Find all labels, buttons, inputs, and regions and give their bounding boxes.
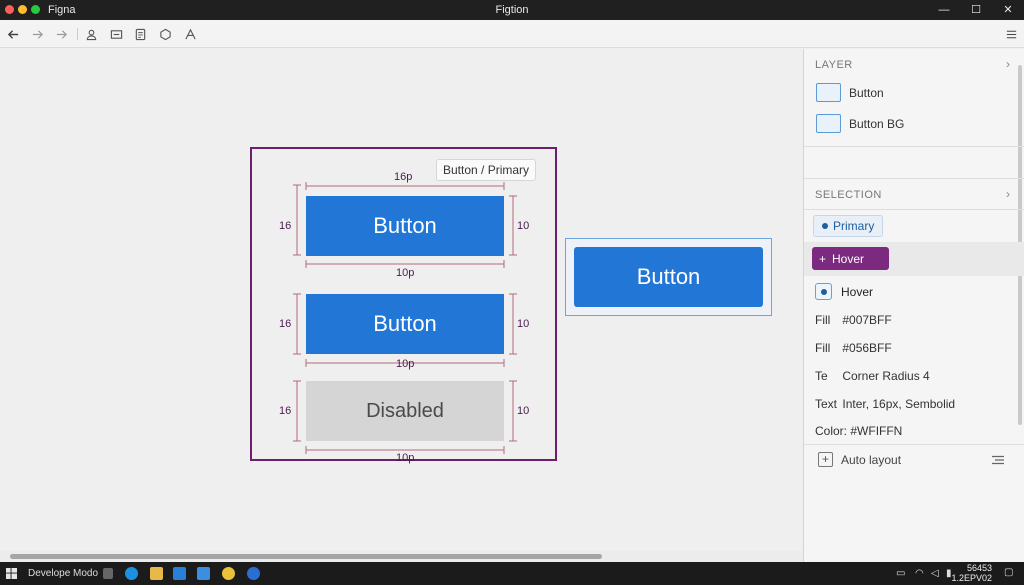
window-title: Figtion [495, 4, 529, 16]
user-icon[interactable] [83, 26, 99, 42]
button-primary-instance[interactable]: Button [306, 294, 504, 354]
clock-date: 1.2EPV02 [951, 573, 992, 583]
prop-value: Inter, 16px, Sembolid [842, 397, 956, 411]
app-icon[interactable] [173, 567, 186, 580]
taskbar-mode-label: Develope Modo [28, 568, 99, 579]
back-arrow-icon[interactable] [5, 26, 21, 42]
radio-selected-icon[interactable] [815, 283, 832, 300]
button-primary-instance[interactable]: Button [306, 196, 504, 256]
file-icon[interactable] [132, 26, 148, 42]
redo-arrow-icon[interactable] [53, 26, 69, 42]
store-icon[interactable] [197, 567, 210, 580]
measure-left-label: 16 [279, 405, 292, 417]
frame-swatch-icon [816, 83, 841, 102]
chrome-icon[interactable] [222, 567, 235, 580]
measure-bottom-label: 10p [396, 267, 415, 279]
system-clock[interactable]: 56453 1.2EPV02 [951, 563, 992, 583]
measure-top-label: 16p [394, 171, 413, 183]
text-style-icon[interactable] [182, 26, 198, 42]
layer-item-button[interactable]: Button [816, 83, 884, 102]
auto-layout-row[interactable]: + Auto layout [818, 452, 901, 467]
network-icon[interactable]: ▭ [896, 568, 905, 579]
folder-icon[interactable] [150, 567, 163, 580]
prop-corner-radius[interactable]: Te Corner Radius 4 [815, 369, 930, 383]
properties-panel: LAYER › Button Button BG SELECTION › Pri… [803, 49, 1024, 562]
measure-left-label: 16 [279, 318, 292, 330]
clock-time: 56453 [966, 563, 992, 573]
measure-left-label: 16 [279, 220, 292, 232]
title-bar: Figna Figtion — ☐ ✕ [0, 0, 1024, 20]
menu-icon[interactable] [1003, 26, 1019, 42]
button-hover-preview[interactable]: Button [574, 247, 763, 307]
auto-layout-label: Auto layout [841, 452, 902, 467]
prop-value: Corner Radius 4 [842, 369, 930, 383]
prop-key: Color: [815, 424, 848, 438]
prop-color[interactable]: Color: #WFIFFN [815, 424, 902, 438]
prop-text[interactable]: Text Inter, 16px, Sembolid [815, 397, 955, 411]
share-icon[interactable] [108, 26, 124, 42]
frame-label[interactable]: Button / Primary [436, 159, 537, 181]
layer-item-button-bg[interactable]: Button BG [816, 114, 904, 133]
volume-icon[interactable]: ◁ [931, 568, 939, 579]
measure-right-label: 10 [517, 405, 530, 417]
pen-icon[interactable] [103, 568, 113, 579]
hover-variant-button[interactable]: + Hover [812, 247, 889, 270]
panel-divider [804, 146, 1024, 147]
prop-key: Fill [815, 341, 831, 355]
component-icon[interactable] [157, 26, 173, 42]
toolbar-separator [77, 28, 78, 40]
auto-layout-settings-icon[interactable] [992, 455, 1004, 465]
button-disabled-instance[interactable]: Disabled [306, 381, 504, 441]
layer-chevron-icon[interactable]: › [1006, 57, 1010, 71]
toolbar [0, 20, 1024, 48]
panel-divider [804, 178, 1024, 179]
plus-icon: + [819, 251, 827, 266]
hover-option-label: Hover [841, 284, 874, 299]
horizontal-scrollbar[interactable] [0, 551, 803, 562]
layer-item-label: Button [849, 85, 884, 100]
layer-header: LAYER [815, 59, 853, 71]
taskbar: Develope Modo ▭ ◠ ◁ ▮ 56453 1.2EPV02 ▢ [0, 562, 1024, 585]
frame-swatch-icon [816, 114, 841, 133]
prop-key: Te [815, 369, 828, 383]
add-icon[interactable]: + [818, 452, 833, 467]
prop-value: #WFIFFN [850, 424, 903, 438]
scrollbar-thumb[interactable] [10, 554, 602, 559]
hover-variant-label: Hover [832, 251, 865, 266]
selection-header: SELECTION [815, 189, 882, 201]
measure-right-label: 10 [517, 220, 530, 232]
variant-chip-primary[interactable]: Primary [813, 215, 884, 237]
panel-divider [804, 209, 1024, 210]
minimize-button[interactable]: — [928, 0, 960, 20]
close-button[interactable]: ✕ [992, 0, 1024, 20]
wifi-icon[interactable]: ◠ [915, 568, 924, 579]
hover-option[interactable]: Hover [815, 283, 873, 300]
notification-icon[interactable]: ▢ [1004, 567, 1013, 578]
variant-chip-label: Primary [833, 219, 875, 233]
windows-start-icon[interactable] [6, 568, 17, 579]
browser-icon[interactable] [125, 567, 138, 580]
prop-key: Fill [815, 313, 831, 327]
prop-fill-1[interactable]: Fill #007BFF [815, 313, 892, 327]
maximize-button[interactable]: ☐ [960, 0, 992, 20]
app-icon[interactable] [247, 567, 260, 580]
forward-arrow-icon[interactable] [29, 26, 45, 42]
prop-fill-2[interactable]: Fill #056BFF [815, 341, 892, 355]
panel-divider [804, 444, 1024, 445]
prop-value: #007BFF [842, 313, 892, 327]
measure-bottom-label: 10p [396, 452, 415, 464]
design-canvas[interactable]: Button / Primary 16p 10p 10p 10p 16 16 1… [0, 49, 803, 562]
window-controls: — ☐ ✕ [928, 0, 1024, 20]
selection-chevron-icon[interactable]: › [1006, 187, 1010, 201]
measure-bottom-label: 10p [396, 358, 415, 370]
measure-right-label: 10 [517, 318, 530, 330]
dot-icon [822, 223, 828, 229]
layer-item-label: Button BG [849, 116, 905, 131]
prop-value: #056BFF [842, 341, 892, 355]
prop-key: Text [815, 397, 838, 411]
